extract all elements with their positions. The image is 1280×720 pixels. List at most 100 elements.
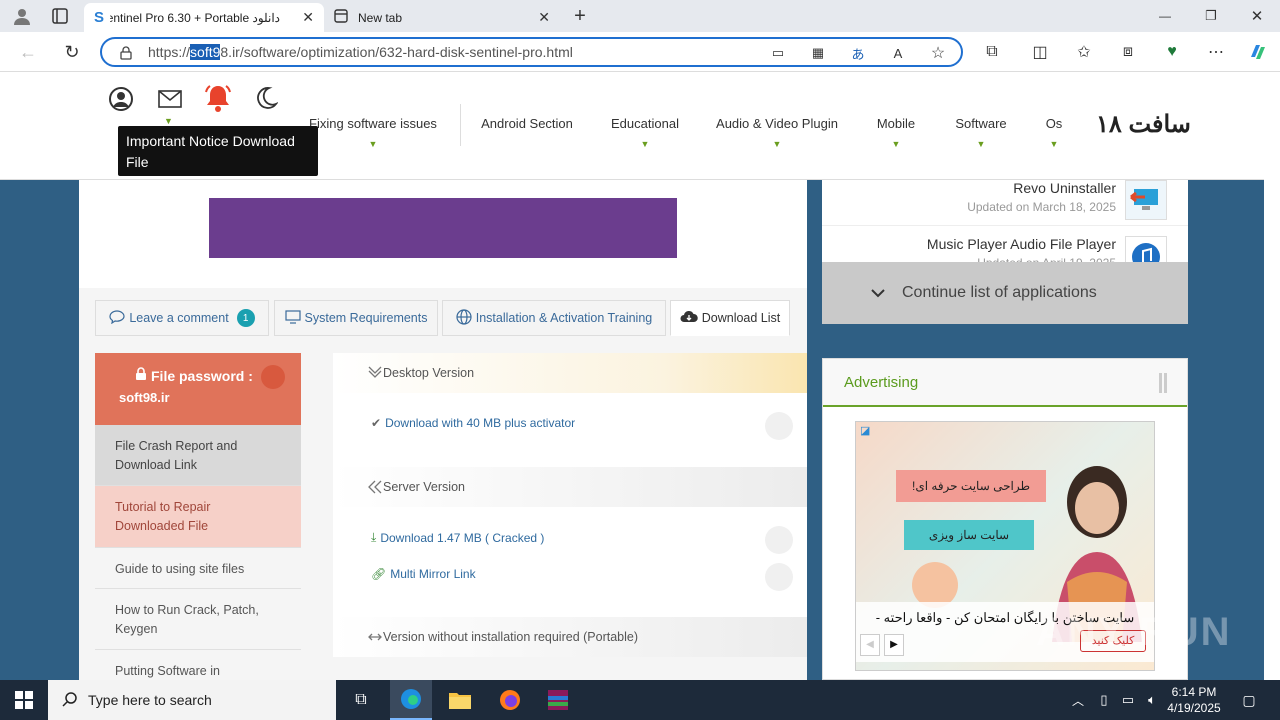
download-link-mirror[interactable]: 🔗︎ Multi Mirror Link — [371, 567, 476, 581]
taskbar-search-box[interactable]: Type here to search — [48, 680, 336, 720]
nav-android[interactable]: Android Section — [476, 116, 578, 131]
nav-audio-video[interactable]: Audio & Video Plugin ▼ — [712, 116, 842, 149]
tab-system-requirements[interactable]: System Requirements — [274, 300, 438, 336]
comment-icon — [109, 309, 125, 327]
banner-ad[interactable] — [209, 198, 677, 258]
tab-actions-icon[interactable] — [48, 4, 72, 28]
firefox-icon[interactable] — [490, 680, 530, 720]
copy-link-button[interactable] — [765, 563, 793, 591]
battery-icon[interactable]: ▯ — [1092, 680, 1116, 720]
file-explorer-icon[interactable] — [440, 680, 480, 720]
right-sidebar: Revo Uninstaller Updated on March 18, 20… — [822, 180, 1188, 680]
app-available-icon[interactable]: ▭ — [768, 43, 788, 63]
apps-grid-icon[interactable]: ▦ — [808, 43, 828, 63]
site-logo[interactable]: سافت ۱۸ — [1096, 110, 1191, 139]
copilot-icon[interactable] — [1246, 40, 1270, 64]
clock[interactable]: 6:14 PM 4/19/2025 — [1166, 684, 1222, 716]
mail-icon[interactable] — [158, 90, 184, 112]
copy-password-button[interactable] — [261, 365, 285, 389]
nav-label: Fixing software issues — [309, 116, 437, 131]
monitor-icon — [284, 309, 301, 327]
tab-leave-comment[interactable]: Leave a comment 1 — [95, 300, 269, 336]
section-title: Version without installation required (P… — [383, 630, 638, 644]
tab-active[interactable]: S دانلود Sentinel Pro 6.30 + Portable ✕ — [84, 3, 324, 32]
windows-taskbar: Type here to search ⧉ ︿ ▯ ▭ 🔈︎ 6:14 PM 4… — [0, 680, 1280, 720]
nav-educational[interactable]: Educational ▼ — [604, 116, 686, 149]
continue-list-button[interactable]: Continue list of applications — [822, 262, 1188, 324]
user-account-icon[interactable] — [108, 86, 136, 114]
tray-chevron-icon[interactable]: ︿ — [1066, 680, 1090, 720]
advertising-header: Advertising — [823, 359, 1187, 407]
nav-fixing-issues[interactable]: Fixing software issues ▼ — [300, 116, 446, 149]
collections-icon[interactable]: ⧈ — [1116, 40, 1140, 64]
side-link-putting-software[interactable]: Putting Software in — [95, 650, 301, 680]
more-menu-icon[interactable]: ⋯ — [1204, 40, 1228, 64]
main-content: Leave a comment 1 System Requirements In… — [79, 180, 807, 680]
nav-mobile[interactable]: Mobile ▼ — [870, 116, 922, 149]
url-path: 8.ir/software/optimization/632-hard-disk… — [220, 44, 573, 60]
app-date: Updated on March 18, 2025 — [967, 200, 1116, 214]
section-desktop-version[interactable]: Desktop Version — [333, 353, 807, 393]
server-links — [333, 507, 807, 617]
nav-software[interactable]: Software ▼ — [950, 116, 1012, 149]
address-input[interactable]: https://soft9 8.ir/software/optimization/… — [100, 37, 963, 67]
search-icon — [62, 691, 78, 710]
ad-next-icon[interactable]: ▶ — [884, 634, 904, 656]
favorites-icon[interactable]: ✩ — [1072, 40, 1096, 64]
link-chain-icon: 🔗︎ — [371, 567, 387, 581]
network-icon[interactable]: ▭ — [1116, 680, 1140, 720]
new-tab-plus-icon[interactable]: + — [568, 4, 592, 28]
read-aloud-icon[interactable]: A — [888, 43, 908, 63]
ad-prev-icon[interactable]: ◀ — [860, 634, 880, 656]
notification-bell-icon[interactable] — [202, 82, 236, 116]
split-screen-icon[interactable]: ◫ — [1028, 40, 1052, 64]
translate-icon[interactable]: あ — [848, 43, 868, 63]
desktop-links — [333, 393, 807, 467]
dark-mode-moon-icon[interactable] — [254, 86, 280, 112]
winrar-icon[interactable] — [538, 680, 578, 720]
edge-taskbar-icon[interactable] — [390, 680, 432, 720]
refresh-icon[interactable]: ↻ — [60, 40, 84, 64]
section-portable-version[interactable]: Version without installation required (P… — [333, 617, 807, 657]
check-icon: ✔ — [371, 416, 382, 430]
watermark: ANY RUN — [1036, 610, 1232, 654]
advertising-title: Advertising — [844, 374, 919, 391]
copy-link-button[interactable] — [765, 412, 793, 440]
task-view-icon[interactable]: ⧉ — [344, 680, 378, 720]
minimize-button[interactable]: — — [1150, 4, 1180, 28]
section-server-version[interactable]: Server Version — [333, 467, 807, 507]
nav-label: Software — [955, 116, 1007, 131]
app-item[interactable]: Revo Uninstaller Updated on March 18, 20… — [822, 180, 1188, 226]
ad-choices-icon[interactable]: ◪ — [860, 424, 870, 437]
notifications-icon[interactable]: ▢ — [1234, 680, 1264, 720]
nav-dot-icon: ▼ — [1049, 139, 1059, 149]
nav-label: Educational — [611, 116, 679, 131]
nav-os[interactable]: Os ▼ — [1040, 116, 1068, 149]
ad-subline: سایت ساز ویزی — [904, 520, 1034, 550]
side-link-repair-tutorial[interactable]: Tutorial to Repair Downloaded File — [95, 486, 301, 548]
side-link-run-crack[interactable]: How to Run Crack, Patch, Keygen — [95, 589, 301, 650]
close-tab-icon[interactable]: ✕ — [538, 9, 550, 26]
ad-headline: طراحی سایت حرفه ای! — [896, 470, 1046, 502]
extensions-icon[interactable]: ⧉ — [980, 40, 1004, 64]
lock-icon[interactable] — [116, 43, 136, 63]
download-link-cracked[interactable]: ⤓ Download 1.47 MB ( Cracked ) — [371, 530, 544, 545]
volume-icon[interactable]: 🔈︎ — [1140, 680, 1164, 720]
browser-essentials-icon[interactable]: ♥ — [1160, 40, 1184, 64]
tab-new[interactable]: New tab ✕ — [328, 3, 560, 32]
favorite-star-icon[interactable]: ☆ — [928, 43, 948, 63]
close-window-button[interactable]: ✕ — [1242, 4, 1272, 28]
side-link-site-files-guide[interactable]: Guide to using site files — [95, 548, 301, 589]
nav-dot-icon: ▼ — [891, 139, 901, 149]
back-arrow-icon[interactable]: ← — [16, 40, 40, 64]
windows-start-icon[interactable] — [0, 680, 48, 720]
close-tab-icon[interactable]: ✕ — [302, 9, 314, 26]
profile-icon[interactable] — [8, 4, 36, 28]
drag-handle-icon[interactable] — [1159, 373, 1167, 393]
tab-installation-training[interactable]: Installation & Activation Training — [442, 300, 666, 336]
tab-download-list[interactable]: Download List — [670, 300, 790, 336]
side-link-crash-report[interactable]: File Crash Report and Download Link — [95, 425, 301, 486]
download-link-activator[interactable]: ✔ Download with 40 MB plus activator — [371, 416, 575, 430]
copy-link-button[interactable] — [765, 526, 793, 554]
restore-button[interactable]: ❐ — [1196, 4, 1226, 28]
